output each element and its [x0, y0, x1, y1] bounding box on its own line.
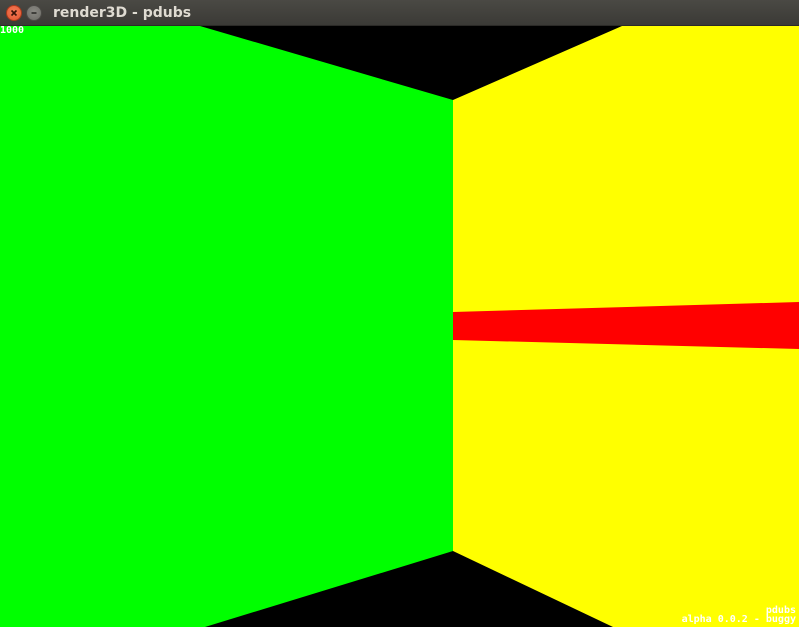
render-viewport[interactable]: 1000 pdubs alpha 0.0.2 - buggy	[0, 26, 799, 627]
version-credits: pdubs alpha 0.0.2 - buggy	[681, 606, 796, 625]
status-label: buggy	[765, 614, 796, 625]
title-bar[interactable]: render3D - pdubs	[0, 0, 799, 26]
scene-canvas	[0, 26, 799, 627]
version-status-line: alpha 0.0.2 - buggy	[681, 614, 796, 625]
close-icon	[10, 9, 18, 17]
frame-counter: 1000	[0, 26, 25, 36]
minimize-button[interactable]	[26, 5, 42, 21]
version-label: alpha 0.0.2 -	[681, 614, 760, 625]
left-wall	[0, 26, 453, 627]
window-title: render3D - pdubs	[53, 5, 192, 21]
close-button[interactable]	[6, 5, 22, 21]
minimize-icon	[31, 12, 37, 14]
app-window: render3D - pdubs 1000 pdubs alpha 0.0.2 …	[0, 0, 799, 627]
